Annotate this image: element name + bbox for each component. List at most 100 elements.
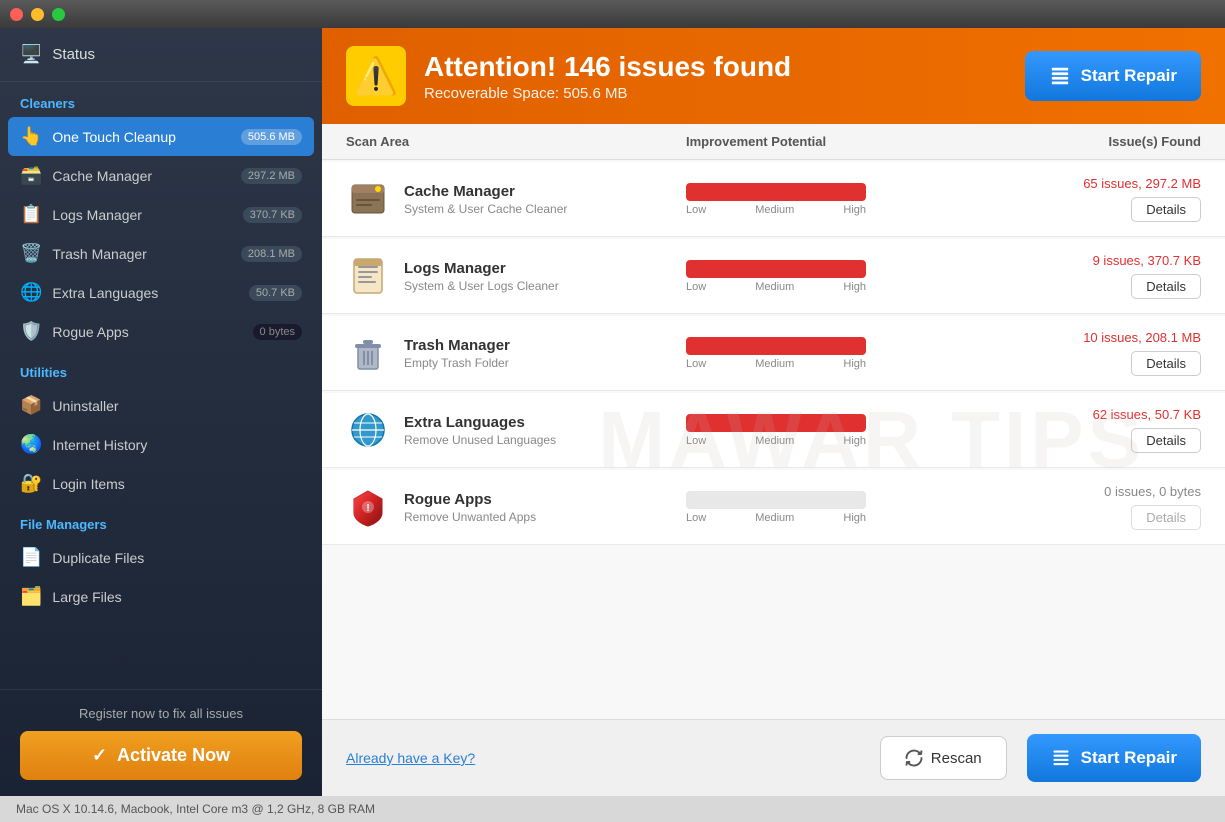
- sidebar-item-trash-manager[interactable]: 🗑️ Trash Manager 208.1 MB: [0, 234, 322, 273]
- languages-progress: Low Medium High: [686, 414, 1001, 447]
- sidebar-item-one-touch-cleanup[interactable]: 👆 One Touch Cleanup 505.6 MB: [8, 117, 314, 156]
- logs-manager-label: Logs Manager: [52, 207, 232, 223]
- languages-bar-medium: [746, 414, 806, 432]
- sidebar-item-internet-history[interactable]: 🌏 Internet History: [0, 425, 322, 464]
- label-high: High: [843, 281, 866, 293]
- shield-icon: 🛡️: [20, 321, 42, 342]
- label-medium: Medium: [755, 204, 794, 216]
- minimize-button[interactable]: [31, 8, 44, 21]
- app-container: 🖥️ Status Cleaners 👆 One Touch Cleanup 5…: [0, 28, 1225, 796]
- sidebar-item-logs-manager[interactable]: 📋 Logs Manager 370.7 KB: [0, 195, 322, 234]
- table-header: Scan Area Improvement Potential Issue(s)…: [322, 124, 1225, 160]
- rogue-bar-medium: [746, 491, 806, 509]
- one-touch-cleanup-badge: 505.6 MB: [241, 129, 302, 145]
- utilities-section-label: Utilities: [0, 351, 322, 386]
- start-repair-button-top[interactable]: Start Repair: [1025, 51, 1201, 101]
- languages-issues: 62 issues, 50.7 KB Details: [1001, 407, 1201, 453]
- trash-manager-label: Trash Manager: [52, 246, 230, 262]
- logs-manager-info: Logs Manager System & User Logs Cleaner: [404, 260, 559, 293]
- sidebar-item-cache-manager[interactable]: 🗃️ Cache Manager 297.2 MB: [0, 156, 322, 195]
- cache-manager-info: Cache Manager System & User Cache Cleane…: [404, 183, 567, 216]
- trash-issues-text: 10 issues, 208.1 MB: [1083, 330, 1201, 345]
- logs-bar-labels: Low Medium High: [686, 281, 866, 293]
- cache-issues-text: 65 issues, 297.2 MB: [1083, 176, 1201, 191]
- trash-details-button[interactable]: Details: [1131, 351, 1201, 376]
- trash-bar-low: [686, 337, 746, 355]
- rogue-issues-text: 0 issues, 0 bytes: [1104, 484, 1201, 499]
- trash-bar-medium: [746, 337, 806, 355]
- warning-icon: ⚠️: [346, 46, 406, 106]
- languages-details-button[interactable]: Details: [1131, 428, 1201, 453]
- logs-manager-desc: System & User Logs Cleaner: [404, 279, 559, 293]
- trash-progress: Low Medium High: [686, 337, 1001, 370]
- register-text: Register now to fix all issues: [20, 706, 302, 721]
- trash-manager-icon: [346, 331, 390, 375]
- label-low: Low: [686, 204, 706, 216]
- sidebar-item-login-items[interactable]: 🔐 Login Items: [0, 464, 322, 503]
- cache-bar: [686, 183, 866, 201]
- scan-area-rogue: ! Rogue Apps Remove Unwanted Apps: [346, 485, 686, 529]
- sidebar-item-rogue-apps[interactable]: 🛡️ Rogue Apps 0 bytes: [0, 312, 322, 351]
- activate-label: Activate Now: [117, 745, 230, 766]
- cache-details-button[interactable]: Details: [1131, 197, 1201, 222]
- status-bar-text: Mac OS X 10.14.6, Macbook, Intel Core m3…: [16, 802, 375, 816]
- svg-text:!: !: [366, 503, 369, 514]
- extra-languages-label: Extra Languages: [52, 285, 238, 301]
- logs-progress: Low Medium High: [686, 260, 1001, 293]
- alert-text-block: Attention! 146 issues found Recoverable …: [424, 51, 1007, 102]
- extra-languages-desc: Remove Unused Languages: [404, 433, 556, 447]
- label-low: Low: [686, 358, 706, 370]
- activate-button[interactable]: ✓ Activate Now: [20, 731, 302, 780]
- rogue-apps-info: Rogue Apps Remove Unwanted Apps: [404, 491, 536, 524]
- col-scan-area: Scan Area: [346, 134, 686, 149]
- logs-icon: 📋: [20, 204, 42, 225]
- close-button[interactable]: [10, 8, 23, 21]
- logs-manager-badge: 370.7 KB: [243, 207, 302, 223]
- one-touch-cleanup-label: One Touch Cleanup: [52, 129, 230, 145]
- duplicate-icon: 📄: [20, 547, 42, 568]
- extra-languages-badge: 50.7 KB: [249, 285, 302, 301]
- trash-bar-labels: Low Medium High: [686, 358, 866, 370]
- scan-area-logs: Logs Manager System & User Logs Cleaner: [346, 254, 686, 298]
- sidebar: 🖥️ Status Cleaners 👆 One Touch Cleanup 5…: [0, 28, 322, 796]
- col-improvement: Improvement Potential: [686, 134, 1001, 149]
- rogue-bar-labels: Low Medium High: [686, 512, 866, 524]
- sidebar-status-item[interactable]: 🖥️ Status: [0, 28, 322, 82]
- rogue-progress: Low Medium High: [686, 491, 1001, 524]
- sidebar-item-large-files[interactable]: 🗂️ Large Files: [0, 577, 322, 616]
- sidebar-item-uninstaller[interactable]: 📦 Uninstaller: [0, 386, 322, 425]
- start-repair-button-bottom[interactable]: Start Repair: [1027, 734, 1201, 782]
- trash-bar: [686, 337, 866, 355]
- label-high: High: [843, 358, 866, 370]
- cleaners-section-label: Cleaners: [0, 82, 322, 117]
- repair-icon: [1049, 65, 1071, 87]
- col-issues: Issue(s) Found: [1001, 134, 1201, 149]
- rogue-bar-high: [806, 491, 866, 509]
- main-content: ⚠️ Attention! 146 issues found Recoverab…: [322, 28, 1225, 796]
- languages-bar-labels: Low Medium High: [686, 435, 866, 447]
- cache-bar-medium: [746, 183, 806, 201]
- cache-manager-name: Cache Manager: [404, 183, 567, 200]
- cache-manager-label: Cache Manager: [52, 168, 230, 184]
- rogue-issues: 0 issues, 0 bytes Details: [1001, 484, 1201, 530]
- sidebar-footer: Register now to fix all issues ✓ Activat…: [0, 689, 322, 796]
- login-items-label: Login Items: [52, 476, 302, 492]
- label-low: Low: [686, 435, 706, 447]
- already-key-link[interactable]: Already have a Key?: [346, 750, 860, 766]
- cache-progress: Low Medium High: [686, 183, 1001, 216]
- rescan-button[interactable]: Rescan: [880, 736, 1007, 780]
- rogue-details-button[interactable]: Details: [1131, 505, 1201, 530]
- sidebar-item-extra-languages[interactable]: 🌐 Extra Languages 50.7 KB: [0, 273, 322, 312]
- scan-area-cache: Cache Manager System & User Cache Cleane…: [346, 177, 686, 221]
- cache-bar-high: [806, 183, 866, 201]
- logs-details-button[interactable]: Details: [1131, 274, 1201, 299]
- rogue-apps-badge: 0 bytes: [253, 324, 302, 340]
- maximize-button[interactable]: [52, 8, 65, 21]
- sidebar-item-duplicate-files[interactable]: 📄 Duplicate Files: [0, 538, 322, 577]
- table-row: Logs Manager System & User Logs Cleaner …: [322, 239, 1225, 314]
- languages-bar-low: [686, 414, 746, 432]
- rescan-label: Rescan: [931, 750, 982, 767]
- label-high: High: [843, 204, 866, 216]
- alert-subtitle: Recoverable Space: 505.6 MB: [424, 85, 1007, 102]
- logs-bar-low: [686, 260, 746, 278]
